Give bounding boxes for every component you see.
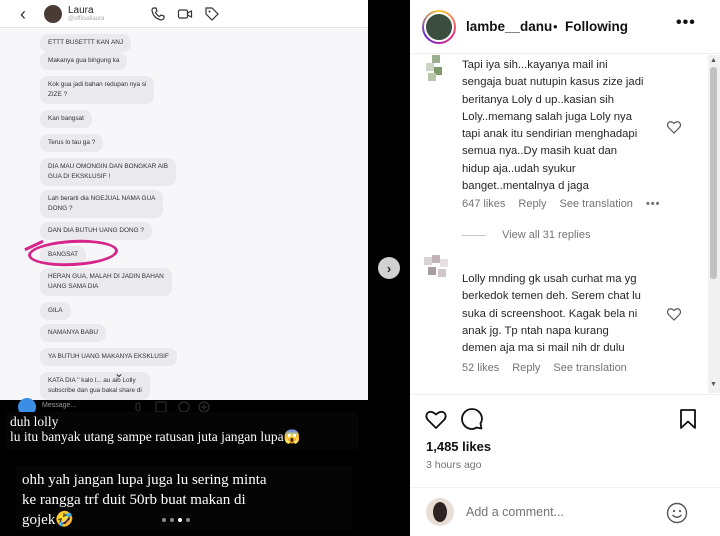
reply-button[interactable]: Reply — [518, 198, 546, 210]
chat-message: HERAN GUA, MALAH DI JADIN BAHAN UANG SAM… — [40, 268, 172, 296]
separator: • — [553, 19, 558, 34]
chevron-down-icon: ⌄ — [114, 366, 125, 380]
see-translation-link[interactable]: See translation — [560, 198, 633, 210]
user-avatar — [426, 498, 454, 526]
chat-message: DIA MAU OMONGIN DAN BONGKAR AIB GUA DI E… — [40, 158, 177, 186]
comment-bubble-icon[interactable] — [460, 407, 484, 431]
post-actions: 1,485 likes 3 hours ago Add a comment... — [410, 394, 720, 536]
scrollbar-thumb[interactable] — [710, 67, 717, 279]
bookmark-icon[interactable] — [676, 407, 700, 431]
post-header: lambe__danu • Following ••• — [410, 0, 720, 54]
emoji-icon[interactable] — [666, 502, 688, 524]
more-options-icon[interactable]: ••• — [676, 14, 696, 32]
slide-dot — [170, 518, 174, 522]
back-arrow-icon: ‹ — [20, 4, 26, 24]
account-name[interactable]: lambe__danu — [466, 19, 552, 34]
scroll-up-icon[interactable]: ▲ — [710, 57, 717, 64]
post-panel: lambe__danu • Following ••• Tapi iya sih… — [410, 0, 720, 536]
reply-button[interactable]: Reply — [512, 362, 540, 374]
chat-header: ‹ Laura @officiallaura — [0, 0, 368, 28]
add-comment-bar: Add a comment... — [410, 487, 720, 536]
chat-name: Laura — [68, 5, 94, 16]
comment-text: Tapi iya sih...kayanya mail ini sengaja … — [462, 59, 644, 193]
caption-text: duh lolly lu itu banyak utang sampe ratu… — [10, 414, 301, 444]
chat-message: Kan bangsat — [40, 110, 92, 128]
chevron-right-icon: › — [386, 260, 392, 276]
chat-handle: @officiallaura — [68, 16, 105, 22]
phone-icon — [151, 7, 165, 21]
comment-meta: 52 likes Reply See translation — [462, 362, 640, 374]
post-time: 3 hours ago — [426, 459, 482, 471]
comment-likes[interactable]: 52 likes — [462, 362, 499, 374]
heart-icon[interactable] — [666, 306, 682, 322]
following-button[interactable]: Following — [565, 19, 628, 34]
video-icon — [177, 9, 193, 19]
chat-message: Kok gua jadi bahan redupan nya si ZIZE ? — [40, 76, 155, 104]
scroll-down-icon[interactable]: ▼ — [710, 381, 717, 388]
likes-count[interactable]: 1,485 likes — [426, 439, 491, 454]
comment-more-icon[interactable]: ••• — [646, 198, 661, 210]
chat-message: Makanya gua bingung ka — [40, 52, 128, 70]
post-media: ‹ Laura @officiallaura ETTT BUSETTT KAN … — [0, 0, 368, 536]
chat-message: NAMANYA BABU — [40, 324, 106, 342]
chat-avatar — [44, 5, 62, 23]
chat-message: GILA — [40, 302, 71, 320]
commenter-avatar[interactable] — [424, 255, 454, 285]
chat-message: KATA DIA " kalo l... au aib Lolly subscr… — [40, 372, 150, 400]
chat-message: Lah berarti dia NGEJUAL NAMA GUA DONG ? — [40, 190, 164, 218]
view-replies-button[interactable]: View all 31 replies — [462, 229, 590, 241]
chat-message: ETTT BUSETTT KAN ANJ — [40, 34, 132, 52]
chat-message: YA BUTUH UANG MAKANYA EKSKLUSIF — [40, 348, 177, 366]
next-slide-button[interactable]: › — [378, 257, 400, 279]
slide-dot — [186, 518, 190, 522]
comment-list: Tapi iya sih...kayanya mail ini sengaja … — [410, 55, 708, 393]
heart-icon[interactable] — [666, 119, 682, 135]
add-comment-input[interactable]: Add a comment... — [466, 505, 564, 519]
slide-dot — [178, 518, 182, 522]
caption-overlay-1: duh lolly lu itu banyak utang sampe ratu… — [6, 412, 358, 450]
comment-likes[interactable]: 647 likes — [462, 198, 505, 210]
see-translation-link[interactable]: See translation — [553, 362, 626, 374]
chat-message: Terus lo tau ga ? — [40, 134, 104, 152]
slide-indicator — [162, 518, 190, 522]
comment-text: Lolly mnding gk usah curhat ma yg berked… — [462, 273, 641, 355]
caption-text: ohh yah jangan lupa juga lu sering minta… — [22, 472, 267, 528]
comments-scrollbar[interactable]: ▲ ▼ — [708, 55, 720, 393]
comment-meta: 647 likes Reply See translation ••• — [462, 198, 661, 210]
commenter-avatar[interactable] — [424, 55, 454, 85]
like-heart-icon[interactable] — [424, 407, 448, 431]
tag-icon — [205, 7, 219, 21]
chat-screenshot: ‹ Laura @officiallaura ETTT BUSETTT KAN … — [0, 0, 368, 400]
chat-message: DAN DIA BUTUH UANG DONG ? — [40, 222, 152, 240]
account-avatar[interactable] — [422, 10, 456, 44]
slide-dot — [162, 518, 166, 522]
message-placeholder: Message... — [42, 402, 77, 409]
